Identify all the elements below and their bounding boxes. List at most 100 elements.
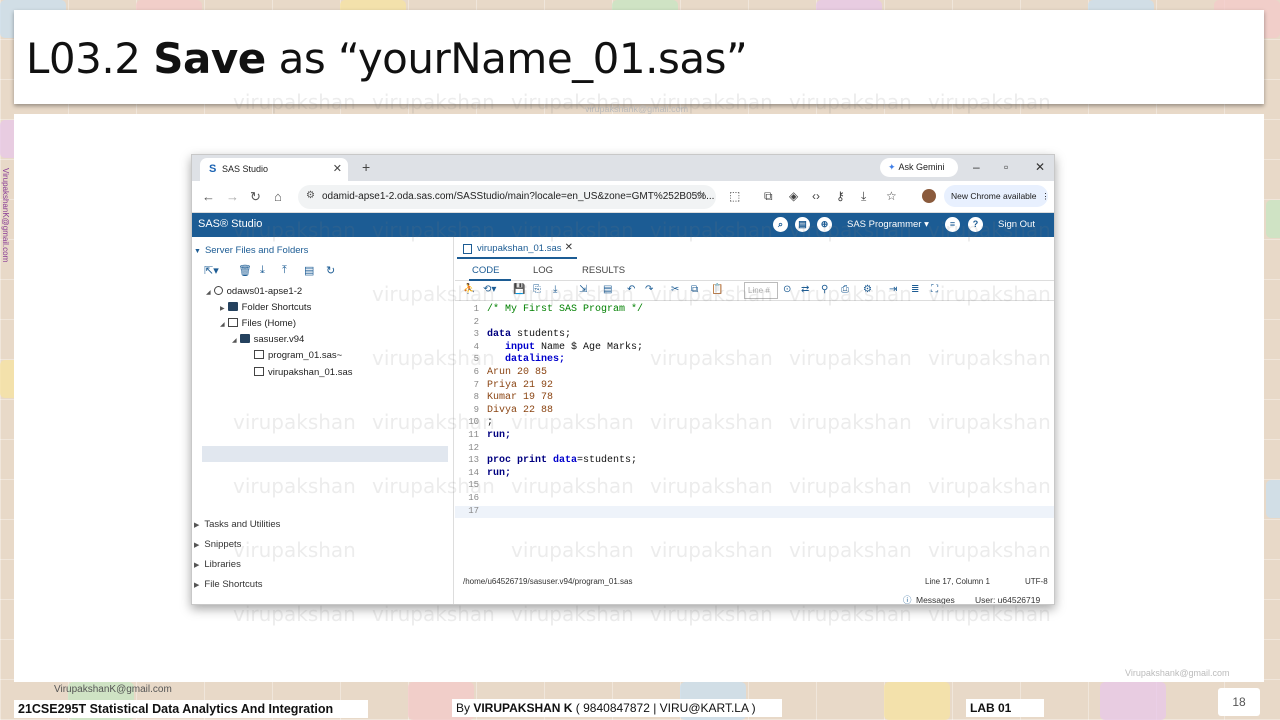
code-line: 14 run;: [468, 467, 512, 479]
bookmark-star-icon[interactable]: ☆: [695, 188, 706, 202]
section-tasks-utilities[interactable]: ▶ Tasks and Utilities: [194, 519, 280, 530]
search-icon[interactable]: ⌕: [773, 217, 788, 232]
footer-author: By VIRUPAKSHAN K ( 9840847872 | VIRU@KAR…: [452, 699, 782, 717]
run-icon[interactable]: ⛹: [463, 284, 475, 295]
code-text: =students;: [577, 455, 638, 467]
site-info-icon: ⚙: [306, 190, 315, 201]
download-icon[interactable]: ⤓: [861, 189, 866, 204]
code-icon[interactable]: ‹›: [812, 189, 820, 203]
format-code-icon[interactable]: ⇄: [801, 284, 809, 295]
home-folder-icon: [227, 318, 238, 327]
expand-triangle-icon: ◢: [206, 290, 211, 296]
upload-file-icon[interactable]: ⤒: [282, 264, 287, 277]
navigation-pane: ▼ Server Files and Folders ⇱▾ 🗑 ⤓ ⤒ ▤ ↻ ◢…: [192, 237, 454, 604]
back-arrow-icon[interactable]: ←: [202, 189, 215, 204]
footer-course-title: 21CSE295T Statistical Data Analytics And…: [14, 700, 368, 718]
section-file-shortcuts[interactable]: ▶ File Shortcuts: [194, 579, 262, 590]
browser-tab-sas-studio[interactable]: S SAS Studio ✕: [200, 158, 348, 181]
browser-tabstrip: S SAS Studio ✕ + ✦ Ask Gemini – ▫ ✕: [192, 155, 1054, 181]
screenshot-icon[interactable]: ⧉: [764, 189, 773, 204]
redo-icon[interactable]: ↷: [645, 284, 653, 295]
favorites-icon[interactable]: ☆: [886, 189, 897, 203]
globe-icon[interactable]: ⊕: [817, 217, 832, 232]
export-icon[interactable]: ⇲: [579, 284, 587, 295]
tab-code[interactable]: CODE: [472, 265, 499, 276]
new-tab-icon[interactable]: +: [362, 159, 370, 175]
options-icon[interactable]: ⚙: [863, 284, 872, 295]
print-icon[interactable]: ▤: [795, 217, 810, 232]
reload-icon[interactable]: ↻: [250, 189, 261, 205]
refresh-icon[interactable]: ↻: [326, 264, 335, 277]
download-file-icon[interactable]: ⤓: [260, 264, 265, 277]
tree-item-virupakshan-01[interactable]: virupakshan_01.sas: [254, 367, 353, 378]
tree-item-folder-shortcuts[interactable]: ▶ Folder Shortcuts: [220, 302, 311, 313]
browser-window: S SAS Studio ✕ + ✦ Ask Gemini – ▫ ✕ ← → ↻…: [191, 154, 1055, 605]
code-line-current: 17: [455, 505, 1054, 519]
find-replace-icon[interactable]: ⚲: [821, 284, 828, 295]
close-tab-icon[interactable]: ✕: [333, 162, 342, 175]
save-as-icon[interactable]: ⎘: [533, 284, 541, 295]
incognito-icon[interactable]: ◈: [789, 189, 798, 203]
maximize-icon[interactable]: ▫: [1004, 160, 1008, 174]
go-to-line-icon[interactable]: ⊙: [783, 284, 791, 295]
section-label: File Shortcuts: [204, 579, 263, 590]
snippet-icon[interactable]: ⎙: [841, 284, 849, 295]
ask-gemini-button[interactable]: ✦ Ask Gemini: [880, 158, 958, 177]
close-file-tab-icon[interactable]: ✕: [565, 242, 573, 253]
new-chrome-available-button[interactable]: New Chrome available ⋮: [944, 185, 1050, 207]
submit-lines-icon[interactable]: ⇥: [889, 284, 897, 295]
tree-item-sasuser[interactable]: ◢ sasuser.v94: [232, 334, 304, 345]
maximize-view-icon[interactable]: ⛶: [931, 284, 938, 295]
menu-icon[interactable]: ≡: [945, 217, 960, 232]
tree-item-server[interactable]: ◢ odaws01-apse1-2: [206, 286, 302, 297]
code-line: 16: [468, 493, 479, 503]
url-field[interactable]: ⚙ odamid-apse1-2.oda.sas.com/SASStudio/m…: [298, 185, 716, 209]
code-editor[interactable]: 1/* My First SAS Program */ 2 3 data stud…: [455, 302, 1054, 564]
sas-favicon-icon: S: [209, 163, 217, 175]
print-code-icon[interactable]: ▤: [603, 284, 612, 295]
code-line: 8 Kumar 19 78: [473, 392, 554, 404]
copy-icon[interactable]: ⧉: [691, 284, 698, 295]
code-outline-icon[interactable]: ≣: [911, 284, 919, 295]
section-libraries[interactable]: ▶ Libraries: [194, 559, 241, 570]
download-code-icon[interactable]: ⤓: [553, 284, 557, 295]
tab-results[interactable]: RESULTS: [582, 265, 625, 276]
footer-by-label: By: [456, 701, 474, 715]
section-label: Libraries: [204, 559, 241, 570]
tree-item-program-01[interactable]: program_01.sas~: [254, 350, 342, 361]
properties-icon[interactable]: ▤: [304, 264, 314, 277]
help-icon[interactable]: ?: [968, 217, 983, 232]
close-window-icon[interactable]: ✕: [1035, 160, 1045, 174]
tree-item-label: Folder Shortcuts: [241, 302, 312, 313]
code-line: 2: [473, 316, 479, 327]
code-line: 10;: [468, 417, 494, 429]
file-tab-virupakshan-01[interactable]: virupakshan_01.sas ✕: [457, 241, 577, 259]
minimize-icon[interactable]: –: [973, 160, 980, 174]
top-email-watermark: virupakshank@gmail.com: [585, 104, 689, 114]
extension-icon[interactable]: ⬚: [729, 189, 740, 203]
new-item-icon[interactable]: ⇱▾: [204, 264, 219, 277]
role-selector[interactable]: SAS Programmer ▾: [847, 219, 929, 230]
save-icon[interactable]: 💾: [513, 284, 525, 295]
code-datalines: Priya 21 92: [487, 379, 554, 391]
code-line: 6 Arun 20 85: [473, 367, 548, 378]
sign-out-link[interactable]: Sign Out: [998, 219, 1035, 230]
collapsed-triangle-icon: ▶: [194, 562, 200, 569]
server-files-header[interactable]: ▼ Server Files and Folders: [194, 245, 308, 256]
tab-log[interactable]: LOG: [533, 265, 553, 276]
history-icon[interactable]: ⟲▾: [483, 284, 496, 295]
messages-link[interactable]: Messages: [916, 595, 955, 604]
paste-icon[interactable]: 📋: [711, 284, 723, 295]
file-icon: [254, 350, 264, 359]
line-number-input[interactable]: Line #: [744, 282, 778, 299]
delete-icon[interactable]: 🗑: [238, 264, 252, 277]
undo-icon[interactable]: ↶: [627, 284, 635, 295]
forward-arrow-icon[interactable]: →: [226, 189, 239, 204]
section-snippets[interactable]: ▶ Snippets: [194, 539, 241, 550]
key-icon[interactable]: ⚷: [836, 189, 845, 203]
tree-item-files-home[interactable]: ◢ Files (Home): [220, 318, 296, 329]
profile-avatar[interactable]: [922, 189, 936, 203]
home-icon[interactable]: ⌂: [274, 189, 282, 204]
cut-icon[interactable]: ✂: [671, 284, 679, 295]
code-line: 15: [468, 480, 479, 491]
